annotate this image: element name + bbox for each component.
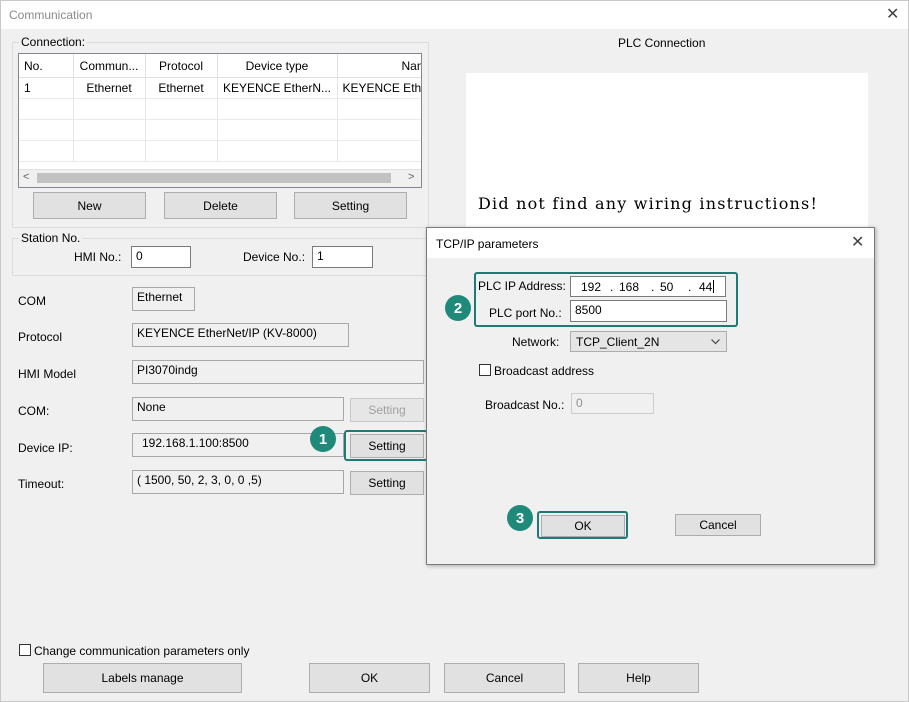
connection-setting-button[interactable]: Setting	[294, 192, 407, 219]
hmi-model-value: PI3070indg	[132, 360, 424, 384]
help-button[interactable]: Help	[578, 663, 699, 693]
delete-button[interactable]: Delete	[164, 192, 277, 219]
table-row[interactable]: 1 Ethernet Ethernet KEYENCE EtherN... KE…	[19, 77, 421, 99]
protocol-label: Protocol	[18, 330, 63, 344]
column-header[interactable]: Commun...	[73, 54, 146, 78]
connection-table[interactable]: No. Commun... Protocol Device type Name …	[18, 53, 422, 188]
window-title: Communication	[9, 8, 93, 22]
ip-port-highlight	[474, 272, 738, 327]
table-row	[19, 140, 421, 162]
connection-group-label: Connection:	[19, 35, 88, 49]
wiring-message: Did not find any wiring instructions!	[478, 194, 819, 213]
close-icon[interactable]: ✕	[886, 7, 899, 23]
table-cell: Ethernet	[73, 77, 146, 99]
plc-connection-title: PLC Connection	[618, 36, 706, 50]
hmi-no-label: HMI No.:	[74, 250, 122, 264]
com-label: COM	[18, 294, 46, 308]
hmi-model-label: HMI Model	[18, 367, 77, 381]
hmi-no-input[interactable]: 0	[131, 246, 191, 268]
device-ip-setting-highlight	[344, 430, 428, 461]
table-row	[19, 98, 421, 120]
labels-manage-button[interactable]: Labels manage	[43, 663, 242, 693]
broadcast-address-label: Broadcast address	[494, 364, 595, 378]
table-header: No. Commun... Protocol Device type Name	[19, 54, 421, 78]
table-cell: KEYENCE Ethe	[337, 77, 421, 99]
change-params-only-checkbox[interactable]	[19, 644, 31, 656]
chevron-down-icon	[711, 339, 720, 345]
table-cell: KEYENCE EtherN...	[217, 77, 338, 99]
column-header[interactable]: No.	[19, 54, 74, 78]
table-cell: Ethernet	[145, 77, 218, 99]
com2-setting-button[interactable]: Setting	[350, 398, 424, 422]
dialog-ok-highlight	[537, 511, 628, 539]
timeout-setting-button[interactable]: Setting	[350, 471, 424, 495]
wiring-panel: Did not find any wiring instructions!	[466, 73, 868, 233]
network-select[interactable]: TCP_Client_2N	[570, 331, 727, 352]
device-ip-label: Device IP:	[18, 441, 73, 455]
com2-label: COM:	[18, 404, 50, 418]
change-params-only-label: Change communication parameters only	[34, 644, 250, 658]
device-no-label: Device No.:	[243, 250, 306, 264]
broadcast-no-label: Broadcast No.:	[485, 398, 565, 412]
table-cell: 1	[19, 77, 74, 99]
callout-1: 1	[310, 426, 336, 452]
timeout-value: ( 1500, 50, 2, 3, 0, 0 ,5)	[132, 470, 344, 494]
timeout-label: Timeout:	[18, 477, 65, 491]
callout-3: 3	[507, 505, 533, 531]
scroll-left-icon[interactable]: <	[23, 171, 29, 183]
scrollbar-thumb[interactable]	[37, 173, 391, 183]
column-header[interactable]: Name	[337, 54, 421, 78]
tcpip-dialog: TCP/IP parameters ✕ PLC IP Address: 192 …	[426, 227, 875, 565]
dialog-cancel-button[interactable]: Cancel	[675, 514, 761, 536]
network-label: Network:	[512, 335, 560, 349]
callout-2: 2	[445, 295, 471, 321]
ok-button[interactable]: OK	[309, 663, 430, 693]
device-no-input[interactable]: 1	[312, 246, 373, 268]
network-value: TCP_Client_2N	[576, 335, 660, 349]
dialog-close-icon[interactable]: ✕	[851, 235, 864, 251]
column-header[interactable]: Device type	[217, 54, 338, 78]
broadcast-address-checkbox[interactable]	[479, 364, 491, 376]
station-group-label: Station No.	[19, 231, 83, 245]
new-button[interactable]: New	[33, 192, 146, 219]
com2-value: None	[132, 397, 344, 421]
column-header[interactable]: Protocol	[145, 54, 218, 78]
com-value: Ethernet	[132, 287, 195, 311]
cancel-button[interactable]: Cancel	[444, 663, 565, 693]
broadcast-no-input[interactable]: 0	[571, 393, 654, 414]
dialog-title-bar: TCP/IP parameters ✕	[427, 228, 874, 258]
dialog-title: TCP/IP parameters	[436, 237, 539, 251]
scroll-right-icon[interactable]: >	[408, 171, 414, 183]
title-bar: Communication ✕	[1, 1, 908, 29]
protocol-value: KEYENCE EtherNet/IP (KV-8000)	[132, 323, 349, 347]
horizontal-scrollbar[interactable]: < >	[19, 169, 421, 187]
table-row	[19, 119, 421, 141]
